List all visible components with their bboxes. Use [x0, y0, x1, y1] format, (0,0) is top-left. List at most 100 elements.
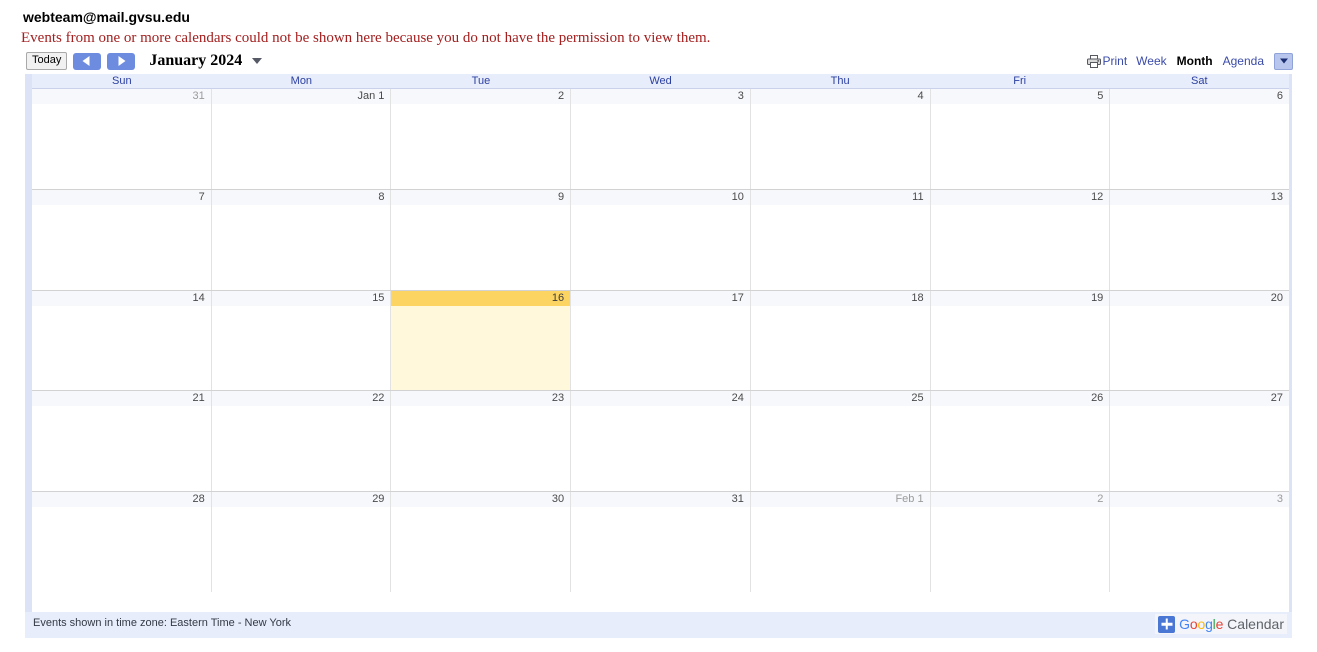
day-cell[interactable]: 8 [211, 189, 392, 290]
day-events-area[interactable] [391, 406, 570, 491]
day-cell[interactable]: 3 [1110, 492, 1290, 592]
day-cell[interactable]: 30 [391, 492, 572, 592]
day-number[interactable]: 7 [32, 189, 211, 205]
day-cell[interactable]: 12 [930, 189, 1111, 290]
day-events-area[interactable] [751, 104, 930, 189]
day-number[interactable]: 14 [32, 290, 211, 306]
print-button[interactable]: Print [1087, 54, 1127, 68]
day-number[interactable]: 17 [571, 290, 750, 306]
day-cell[interactable]: 5 [930, 89, 1111, 189]
day-events-area[interactable] [931, 205, 1110, 290]
day-cell[interactable]: 28 [32, 492, 212, 592]
day-events-area[interactable] [212, 205, 391, 290]
day-number[interactable]: 3 [571, 89, 750, 104]
day-number[interactable]: 30 [391, 492, 571, 508]
day-cell[interactable]: 22 [211, 391, 392, 492]
day-number[interactable]: 9 [391, 189, 571, 205]
day-number[interactable]: Feb 1 [750, 492, 930, 508]
day-number[interactable]: 10 [571, 189, 750, 205]
day-cell[interactable]: 17 [571, 290, 751, 391]
day-number[interactable]: 6 [1110, 89, 1290, 104]
day-number[interactable]: 31 [32, 89, 211, 104]
day-cell[interactable]: 7 [32, 189, 212, 290]
day-cell[interactable]: 21 [32, 391, 212, 492]
day-events-area[interactable] [32, 507, 211, 592]
day-cell[interactable]: 19 [930, 290, 1111, 391]
day-events-area[interactable] [32, 104, 211, 189]
day-cell[interactable]: 2 [930, 492, 1111, 592]
day-number[interactable]: 15 [211, 290, 391, 306]
day-cell[interactable]: 10 [571, 189, 751, 290]
day-number[interactable]: 8 [211, 189, 391, 205]
day-events-area[interactable] [571, 104, 750, 189]
day-events-area[interactable] [391, 104, 570, 189]
day-number[interactable]: 19 [930, 290, 1110, 306]
day-cell[interactable]: 9 [391, 189, 572, 290]
tab-month[interactable]: Month [1177, 54, 1213, 68]
day-cell[interactable]: Jan 1 [211, 89, 392, 189]
day-cell[interactable]: 31 [571, 492, 751, 592]
day-number[interactable]: 18 [750, 290, 930, 306]
day-events-area[interactable] [1110, 306, 1289, 391]
day-number[interactable]: 3 [1110, 492, 1290, 508]
previous-period-button[interactable] [73, 52, 102, 70]
day-events-area[interactable] [212, 104, 391, 189]
day-events-area[interactable] [751, 205, 930, 290]
day-events-area[interactable] [391, 306, 570, 391]
day-events-area[interactable] [1110, 507, 1289, 592]
day-number[interactable]: 2 [930, 492, 1110, 508]
day-number[interactable]: 2 [391, 89, 571, 104]
day-events-area[interactable] [212, 306, 391, 391]
day-cell[interactable]: 27 [1110, 391, 1290, 492]
day-number[interactable]: 26 [930, 391, 1110, 407]
day-events-area[interactable] [931, 406, 1110, 491]
day-events-area[interactable] [32, 306, 211, 391]
day-number[interactable]: 31 [571, 492, 750, 508]
day-number[interactable]: 22 [211, 391, 391, 407]
google-calendar-logo[interactable]: G o o g l e Calendar [1155, 614, 1287, 634]
day-cell[interactable]: Feb 1 [750, 492, 931, 592]
day-number[interactable]: 11 [750, 189, 930, 205]
day-number[interactable]: 27 [1110, 391, 1290, 407]
day-events-area[interactable] [571, 306, 750, 391]
day-events-area[interactable] [751, 507, 930, 592]
day-events-area[interactable] [212, 406, 391, 491]
day-cell[interactable]: 16 [391, 290, 572, 391]
day-cell[interactable]: 20 [1110, 290, 1290, 391]
plus-icon[interactable] [1158, 615, 1176, 633]
day-number[interactable]: 12 [930, 189, 1110, 205]
chevron-down-icon[interactable] [252, 58, 263, 64]
day-number[interactable]: 28 [32, 492, 211, 508]
day-number[interactable]: 5 [930, 89, 1110, 104]
day-events-area[interactable] [751, 306, 930, 391]
day-events-area[interactable] [931, 507, 1110, 592]
day-events-area[interactable] [1110, 205, 1289, 290]
day-cell[interactable]: 2 [391, 89, 572, 189]
day-events-area[interactable] [32, 205, 211, 290]
day-events-area[interactable] [571, 406, 750, 491]
day-cell[interactable]: 13 [1110, 189, 1290, 290]
day-number[interactable]: 20 [1110, 290, 1290, 306]
day-number[interactable]: 25 [750, 391, 930, 407]
day-cell[interactable]: 11 [750, 189, 931, 290]
day-cell[interactable]: 29 [211, 492, 392, 592]
day-events-area[interactable] [931, 306, 1110, 391]
day-cell[interactable]: 23 [391, 391, 572, 492]
day-number[interactable]: 13 [1110, 189, 1290, 205]
today-button[interactable]: Today [26, 52, 68, 70]
day-cell[interactable]: 4 [750, 89, 931, 189]
day-cell[interactable]: 24 [571, 391, 751, 492]
day-cell[interactable]: 3 [571, 89, 751, 189]
day-events-area[interactable] [32, 406, 211, 491]
day-number[interactable]: 4 [750, 89, 930, 104]
day-number[interactable]: 21 [32, 391, 211, 407]
tab-agenda[interactable]: Agenda [1223, 54, 1264, 68]
day-number[interactable]: 16 [391, 290, 571, 306]
day-events-area[interactable] [1110, 406, 1289, 491]
day-events-area[interactable] [1110, 104, 1289, 189]
day-events-area[interactable] [391, 507, 570, 592]
day-cell[interactable]: 14 [32, 290, 212, 391]
day-events-area[interactable] [212, 507, 391, 592]
next-period-button[interactable] [107, 52, 136, 70]
day-number[interactable]: 29 [211, 492, 391, 508]
